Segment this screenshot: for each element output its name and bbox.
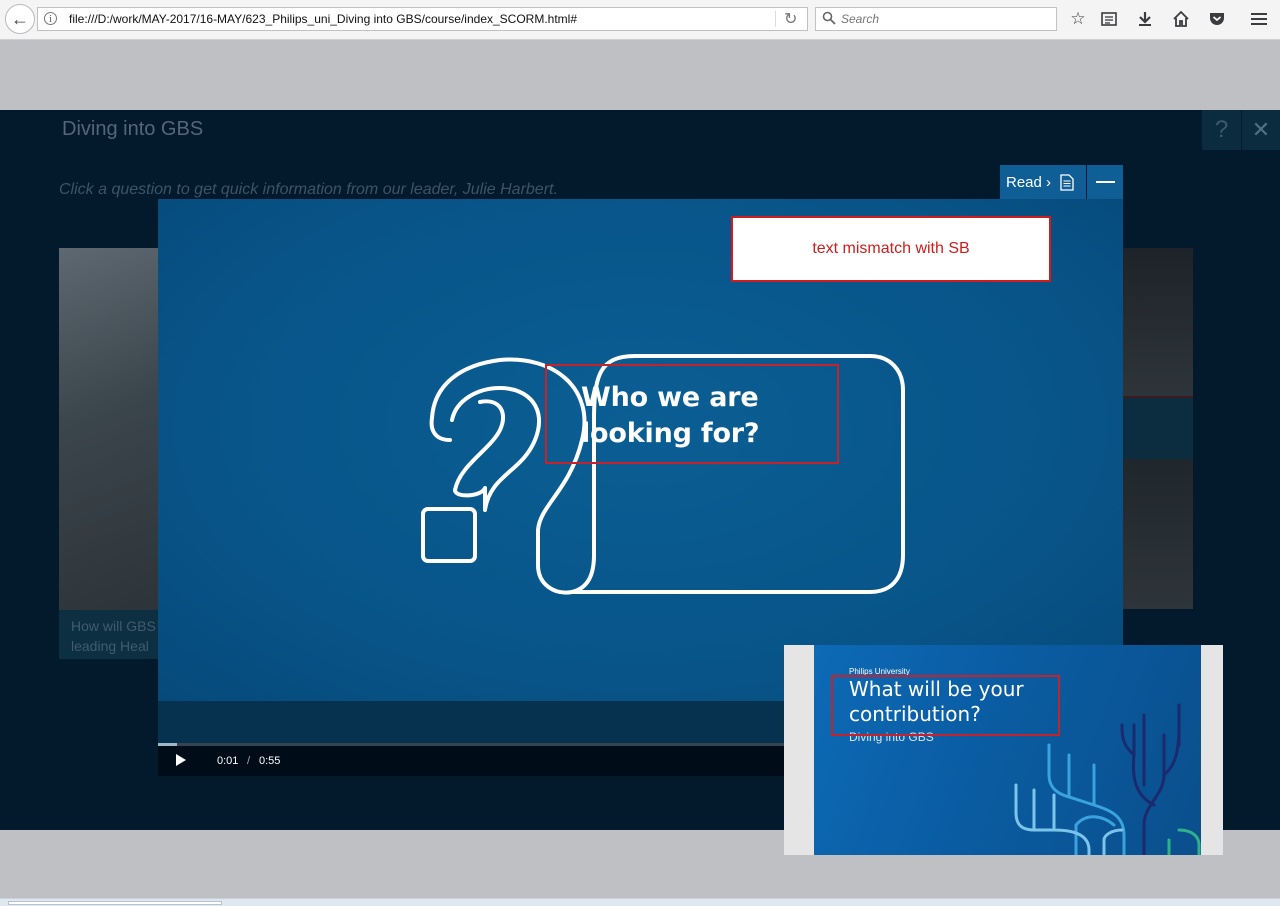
review-highlight-box bbox=[545, 364, 839, 464]
menu-icon[interactable] bbox=[1249, 9, 1269, 29]
question-card-line: leading Heal bbox=[71, 638, 149, 654]
url-divider bbox=[775, 11, 776, 27]
question-card-image[interactable] bbox=[59, 248, 159, 610]
search-icon bbox=[822, 11, 836, 25]
bookmark-star-icon[interactable]: ☆ bbox=[1068, 9, 1088, 29]
info-icon[interactable]: i bbox=[44, 12, 57, 25]
minimize-button[interactable] bbox=[1087, 165, 1123, 199]
review-comment: text mismatch with SB bbox=[731, 216, 1051, 282]
reading-list-icon[interactable] bbox=[1099, 9, 1119, 29]
browser-toolbar: ← i file:///D:/work/MAY-2017/16-MAY/623_… bbox=[0, 0, 1280, 40]
reload-icon[interactable]: ↻ bbox=[784, 9, 797, 29]
download-icon[interactable] bbox=[1135, 9, 1155, 29]
progress-fill bbox=[158, 743, 178, 746]
pocket-icon[interactable] bbox=[1207, 9, 1227, 29]
home-icon[interactable] bbox=[1171, 9, 1191, 29]
question-card-image-right[interactable] bbox=[1123, 248, 1193, 396]
instruction-text: Click a question to get quick informatio… bbox=[59, 181, 558, 198]
play-icon[interactable] bbox=[176, 754, 186, 766]
current-time: 0:01 bbox=[217, 755, 239, 767]
back-arrow-icon: ← bbox=[11, 8, 29, 29]
read-label: Read › bbox=[1006, 173, 1052, 191]
thumbnail-highlight-box bbox=[831, 675, 1060, 736]
document-icon bbox=[1060, 173, 1074, 191]
total-time: 0:55 bbox=[259, 755, 281, 767]
back-button[interactable]: ← bbox=[5, 4, 35, 34]
course-title: Diving into GBS bbox=[62, 118, 204, 140]
question-card-text: How will GBS leading Heal bbox=[71, 616, 161, 656]
taskbar-tab[interactable] bbox=[8, 901, 222, 905]
search-input[interactable] bbox=[841, 10, 1051, 28]
search-box[interactable] bbox=[815, 7, 1057, 31]
question-card-line: How will GBS bbox=[71, 618, 156, 634]
help-button[interactable]: ? bbox=[1202, 110, 1241, 150]
question-card-caption-right[interactable] bbox=[1123, 396, 1193, 459]
time-separator: / bbox=[247, 755, 251, 767]
read-transcript-button[interactable]: Read › bbox=[1000, 165, 1086, 199]
question-card-image-right-lower[interactable] bbox=[1123, 459, 1193, 609]
close-button[interactable]: ✕ bbox=[1242, 110, 1280, 150]
url-text[interactable]: file:///D:/work/MAY-2017/16-MAY/623_Phil… bbox=[69, 12, 577, 26]
address-bar[interactable]: i file:///D:/work/MAY-2017/16-MAY/623_Ph… bbox=[37, 7, 808, 31]
